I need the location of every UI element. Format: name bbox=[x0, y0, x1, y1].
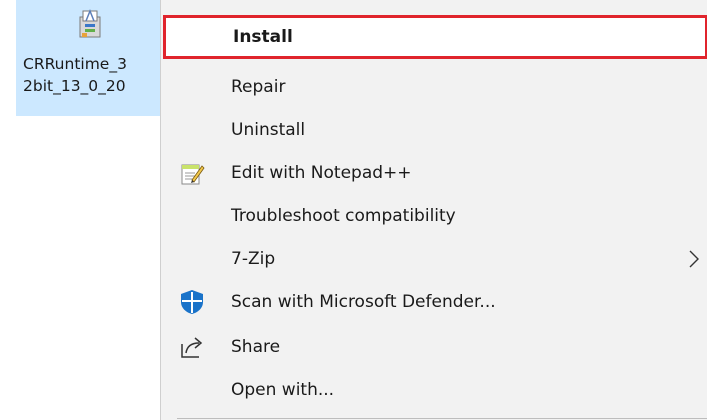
menu-item-edit-notepadpp[interactable]: Edit with Notepad++ bbox=[161, 151, 707, 195]
menu-item-label: Open with... bbox=[231, 380, 335, 400]
menu-item-7zip[interactable]: 7-Zip bbox=[161, 237, 707, 281]
share-icon bbox=[179, 334, 205, 360]
menu-item-label: Install bbox=[233, 27, 293, 47]
notepad-plus-plus-icon bbox=[179, 160, 205, 186]
menu-item-open-with[interactable]: Open with... bbox=[161, 368, 707, 412]
menu-item-defender-scan[interactable]: Scan with Microsoft Defender... bbox=[161, 280, 707, 324]
menu-item-troubleshoot[interactable]: Troubleshoot compatibility bbox=[161, 194, 707, 238]
installer-package-icon bbox=[77, 7, 105, 41]
file-item-crruntime[interactable]: CRRuntime_3 2bit_13_0_20 bbox=[16, 0, 160, 116]
menu-item-label: Share bbox=[231, 337, 281, 357]
menu-item-share[interactable]: Share bbox=[161, 325, 707, 369]
menu-item-label: Repair bbox=[231, 77, 286, 97]
chevron-right-icon bbox=[687, 249, 701, 269]
microsoft-defender-icon bbox=[179, 289, 205, 315]
menu-item-repair[interactable]: Repair bbox=[161, 65, 707, 109]
menu-item-uninstall[interactable]: Uninstall bbox=[161, 108, 707, 152]
menu-item-label: Uninstall bbox=[231, 120, 306, 140]
menu-item-label: 7-Zip bbox=[231, 249, 276, 269]
menu-separator bbox=[177, 418, 707, 419]
file-name: CRRuntime_3 2bit_13_0_20 bbox=[23, 55, 127, 95]
menu-item-label: Scan with Microsoft Defender... bbox=[231, 292, 496, 312]
context-menu: Install Repair Uninstall Edit with Notep bbox=[160, 0, 707, 420]
menu-item-label: Edit with Notepad++ bbox=[231, 163, 412, 183]
menu-item-label: Troubleshoot compatibility bbox=[231, 206, 456, 226]
desktop: CRRuntime_3 2bit_13_0_20 Install Repair … bbox=[0, 0, 707, 420]
menu-item-install[interactable]: Install bbox=[163, 15, 707, 59]
